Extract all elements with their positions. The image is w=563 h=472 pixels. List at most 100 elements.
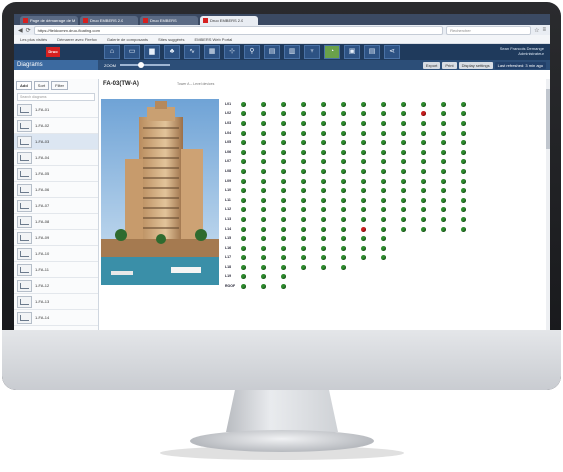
diagram-list-item[interactable]: 1-FA-02 [14,118,98,134]
device-cell[interactable] [438,167,458,175]
device-cell[interactable] [378,177,398,185]
zoom-slider[interactable] [120,62,170,68]
device-cell[interactable] [258,167,278,175]
device-cell[interactable] [438,196,458,204]
device-cell[interactable] [338,177,358,185]
display-settings-button[interactable]: Display settings [458,61,493,69]
device-cell[interactable] [258,225,278,233]
device-cell[interactable] [298,138,318,146]
bookmark-link[interactable]: Démarrer avec Firefox [57,37,97,42]
device-cell[interactable] [338,253,358,261]
device-cell[interactable] [398,129,418,137]
device-cell[interactable] [338,138,358,146]
device-cell[interactable] [238,100,258,108]
device-cell[interactable] [398,100,418,108]
device-cell[interactable] [378,157,398,165]
device-cell[interactable] [318,253,338,261]
diagram-list-item[interactable]: 1-FA-12 [14,278,98,294]
device-cell[interactable] [298,205,318,213]
device-cell[interactable] [358,215,378,223]
chart-icon[interactable]: ▆ [144,45,160,59]
diagram-list-item[interactable]: 1-FA-13 [14,294,98,310]
bookmark-link[interactable]: Sites suggérés [158,37,184,42]
device-cell[interactable] [338,100,358,108]
device-cell[interactable] [458,167,478,175]
device-cell[interactable] [338,186,358,194]
device-cell[interactable] [298,225,318,233]
device-cell[interactable] [278,186,298,194]
device-cell[interactable] [298,167,318,175]
device-cell[interactable] [338,215,358,223]
device-cell[interactable] [318,234,338,242]
device-cell[interactable] [278,205,298,213]
server-icon[interactable]: ▤ [364,45,380,59]
device-cell[interactable] [278,177,298,185]
print-button[interactable]: Print [442,61,457,69]
device-cell[interactable] [278,109,298,117]
device-cell[interactable] [238,177,258,185]
device-cell[interactable] [438,215,458,223]
device-cell[interactable] [318,215,338,223]
device-cell[interactable] [318,148,338,156]
device-cell[interactable] [358,253,378,261]
device-cell[interactable] [238,167,258,175]
bookmark-link[interactable]: Les plus visités [20,37,47,42]
device-cell[interactable] [398,167,418,175]
device-cell[interactable] [298,119,318,127]
device-cell[interactable] [378,109,398,117]
device-cell[interactable] [358,186,378,194]
device-cell[interactable] [298,196,318,204]
device-cell[interactable] [398,177,418,185]
device-cell[interactable] [298,244,318,252]
url-input[interactable]: https://fieldcomm.druo-floating.com [33,25,444,35]
device-cell[interactable] [258,177,278,185]
pulse-icon[interactable]: ∿ [184,45,200,59]
device-cell[interactable] [378,100,398,108]
device-cell[interactable] [258,196,278,204]
device-cell[interactable] [298,109,318,117]
device-cell[interactable] [298,157,318,165]
device-cell[interactable] [338,157,358,165]
device-cell[interactable] [318,167,338,175]
device-cell[interactable] [298,215,318,223]
device-cell[interactable] [398,148,418,156]
device-cell[interactable] [298,129,318,137]
device-cell[interactable] [438,205,458,213]
device-cell[interactable] [318,129,338,137]
device-cell[interactable] [318,138,338,146]
device-cell[interactable] [358,119,378,127]
device-cell[interactable] [318,263,338,271]
device-cell[interactable] [438,119,458,127]
device-cell[interactable] [258,282,278,290]
bookmark-link[interactable]: EMBERS Web Portal [195,37,233,42]
device-cell[interactable] [318,225,338,233]
device-cell[interactable] [318,100,338,108]
device-cell[interactable] [258,148,278,156]
device-cell[interactable] [338,263,358,271]
device-cell[interactable] [338,205,358,213]
device-cell[interactable] [238,196,258,204]
device-cell[interactable] [438,148,458,156]
device-cell[interactable] [278,234,298,242]
device-cell[interactable] [258,129,278,137]
device-cell[interactable] [318,205,338,213]
device-cell[interactable] [398,215,418,223]
device-cell[interactable] [458,215,478,223]
device-cell[interactable] [418,167,438,175]
device-cell[interactable] [458,100,478,108]
device-cell[interactable] [458,148,478,156]
device-cell[interactable] [238,272,258,280]
device-cell[interactable] [418,109,438,117]
device-cell[interactable] [238,205,258,213]
device-cell[interactable] [278,282,298,290]
browser-tab-active[interactable]: Druo EMBERS 2.0 [200,16,258,25]
device-cell[interactable] [378,186,398,194]
device-cell[interactable] [298,263,318,271]
device-cell[interactable] [338,234,358,242]
device-cell[interactable] [238,119,258,127]
diagram-list-item[interactable]: 1-FA-01 [14,102,98,118]
diagram-list-item[interactable]: 1-FA-09 [14,230,98,246]
share-icon[interactable]: ⋖ [384,45,400,59]
sidebar-tab-filter[interactable]: Filter [51,81,69,90]
star-icon[interactable]: ☆ [534,27,539,34]
